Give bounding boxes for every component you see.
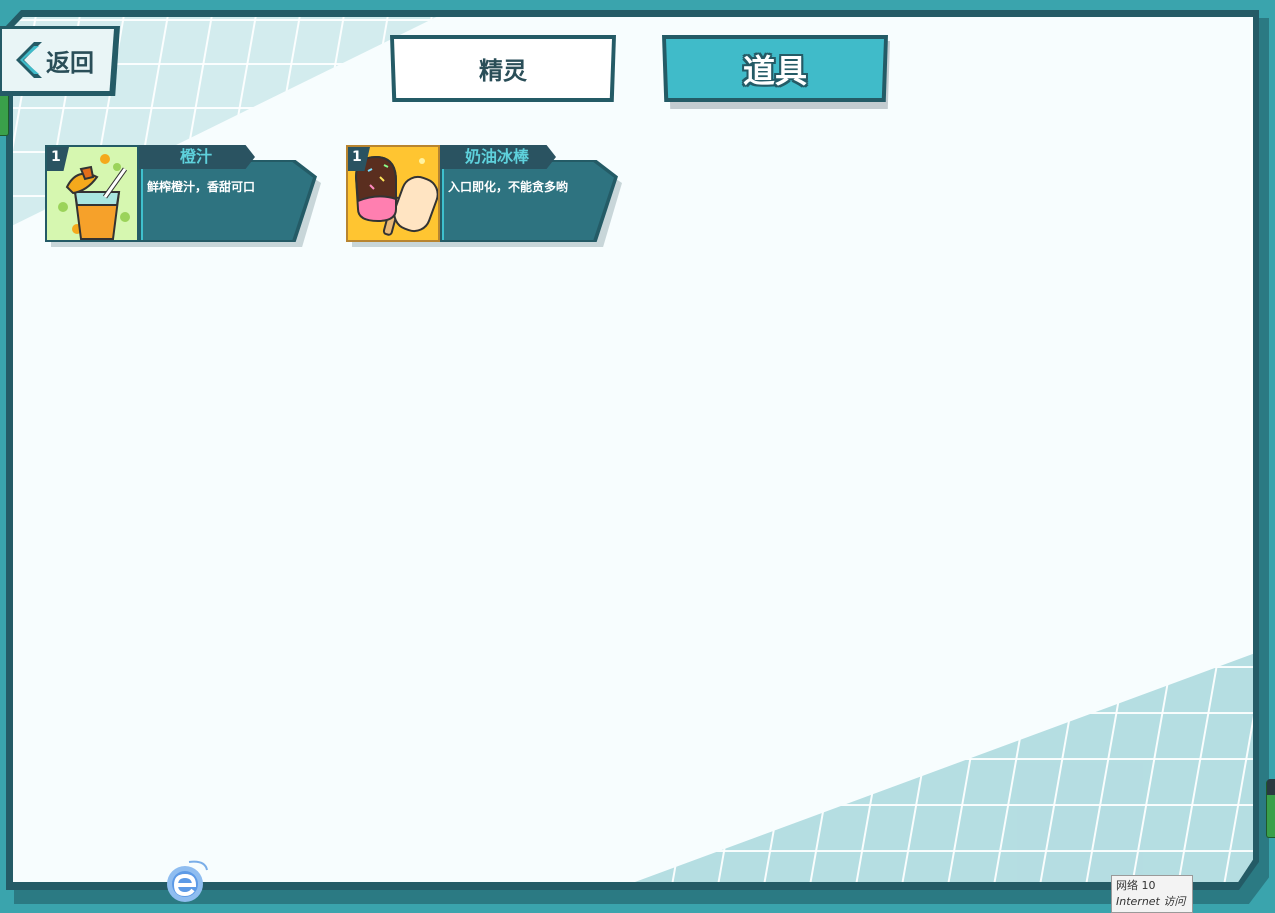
item-name: 橙汁 <box>179 147 212 166</box>
item-card-orange-juice[interactable]: 橙汁 鲜榨橙汁，香甜可口 1 <box>45 145 321 247</box>
internet-explorer-icon[interactable] <box>165 858 209 904</box>
item-card-cream-popsicle[interactable]: 奶油冰棒 入口即化，不能贪多哟 1 <box>346 145 622 247</box>
back-button[interactable]: 返回 <box>0 26 120 96</box>
item-description: 入口即化，不能贪多哟 <box>448 180 569 194</box>
tab-items[interactable]: 道具 <box>662 35 890 109</box>
card-body <box>141 162 313 240</box>
tab-spirits-label: 精灵 <box>479 57 527 85</box>
tab-spirits-face[interactable]: 精灵 <box>394 39 612 98</box>
item-description: 鲜榨橙汁，香甜可口 <box>147 180 256 194</box>
chevron-left-icon <box>16 42 42 78</box>
tab-items-label: 道具 <box>742 51 807 90</box>
network-status-line1: 网络 10 <box>1116 879 1156 892</box>
back-button-face[interactable]: 返回 <box>2 29 114 91</box>
item-image-frame: 1 <box>346 145 440 242</box>
network-status-tooltip: 网络 10 Internet 访问 <box>1111 875 1193 913</box>
item-image-frame: 1 <box>45 145 139 242</box>
card-body <box>442 162 614 240</box>
network-status-line2: Internet 访问 <box>1116 895 1186 908</box>
item-count: 1 <box>51 149 61 165</box>
card-accent-line <box>141 162 143 240</box>
tab-items-face[interactable]: 道具 <box>666 39 884 98</box>
item-count: 1 <box>352 149 362 165</box>
right-side-handle[interactable] <box>1266 779 1275 838</box>
tab-spirits[interactable]: 精灵 <box>390 35 619 103</box>
grid-decoration-bottom <box>527 622 1253 882</box>
card-accent-line <box>442 162 444 240</box>
back-button-label: 返回 <box>46 48 94 77</box>
item-name: 奶油冰棒 <box>464 147 529 166</box>
